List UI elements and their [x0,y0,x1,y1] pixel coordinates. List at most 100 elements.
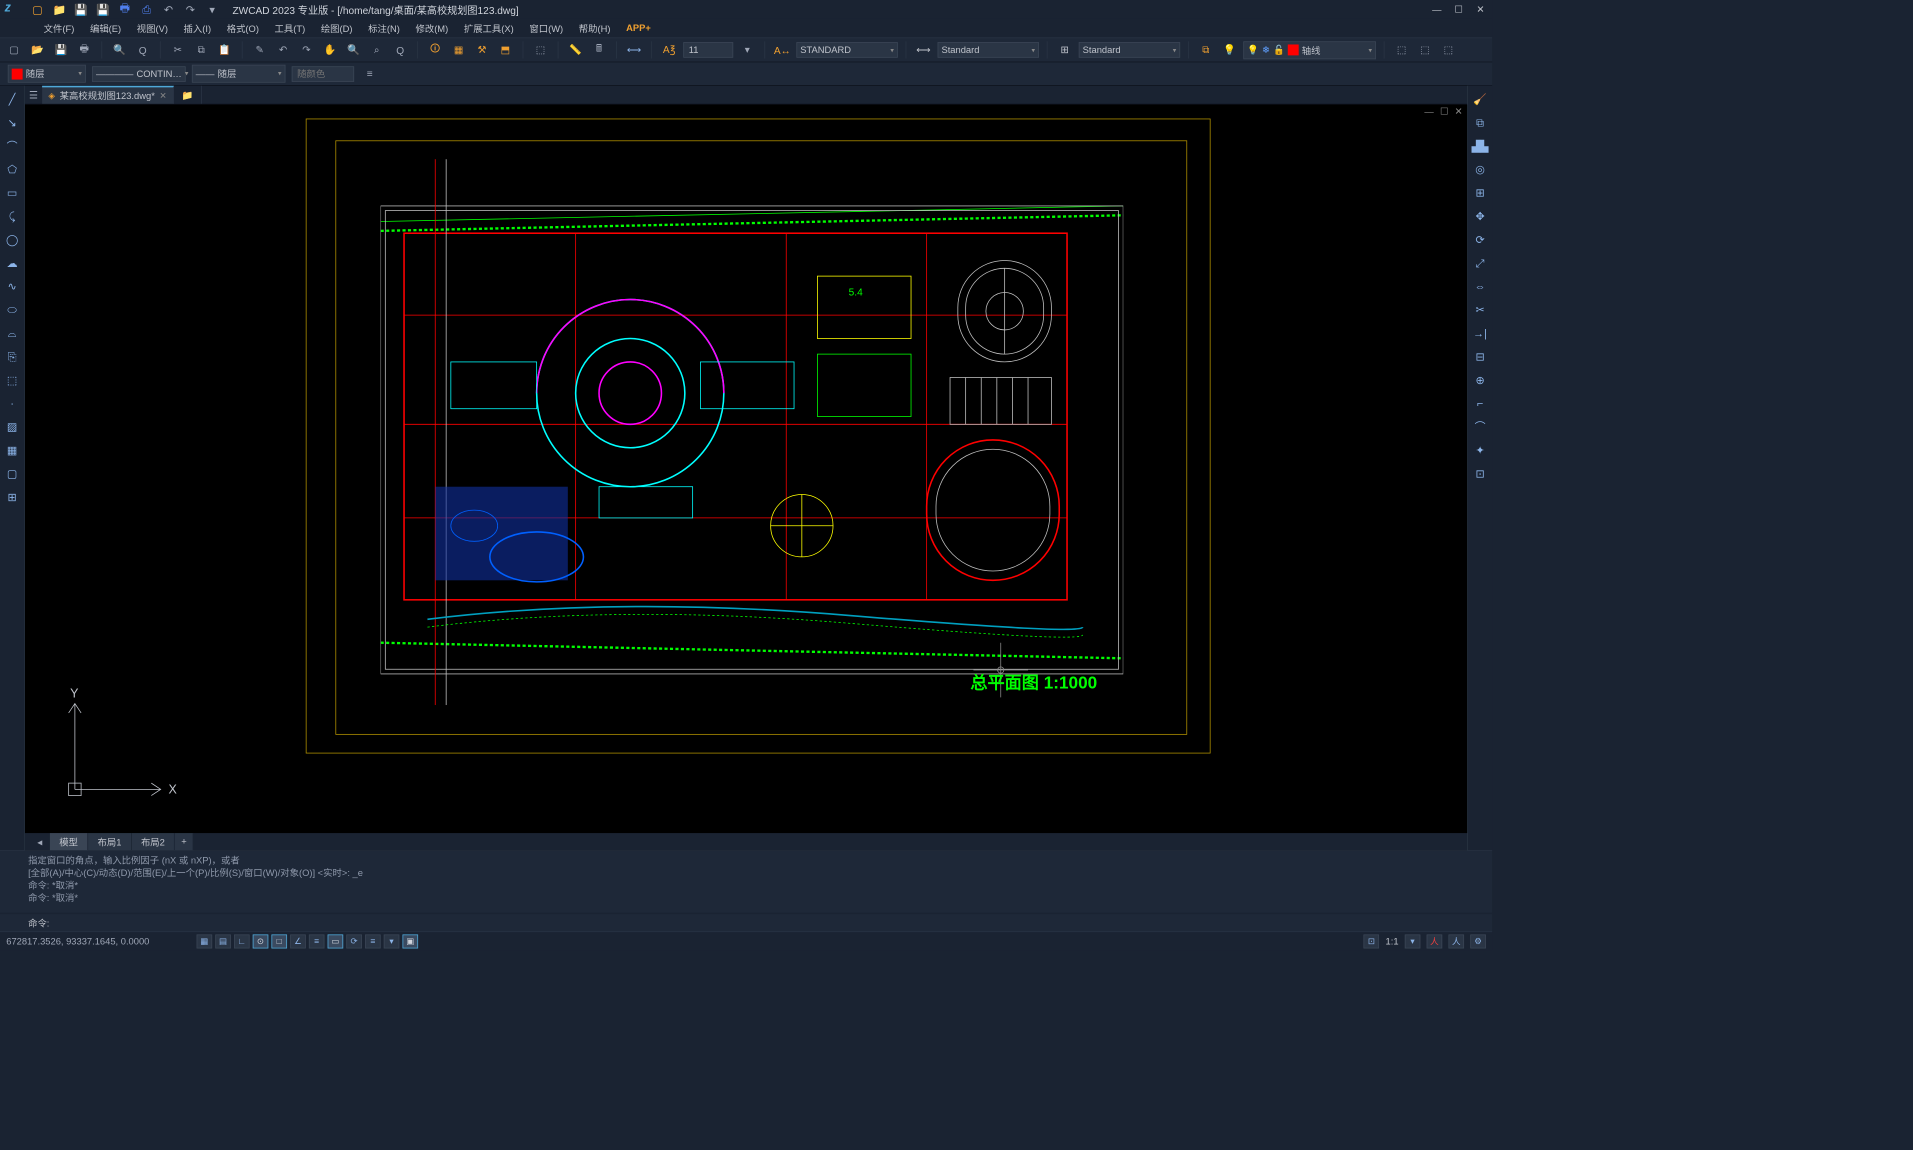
document-tab[interactable]: ◈ 某高校规划图123.dwg* ✕ [42,86,174,104]
props-button[interactable]: 🛈 [426,41,445,60]
menu-window[interactable]: 窗口(W) [523,20,569,36]
menu-help[interactable]: 帮助(H) [573,20,617,36]
dim-button[interactable]: ⟷ [625,41,644,60]
tab-list-button[interactable]: ☰ [25,86,42,105]
dyn-toggle[interactable]: ▭ [328,934,344,948]
mdi-minimize-icon[interactable]: — [1424,106,1433,117]
qprops-toggle[interactable]: ▣ [402,934,418,948]
save-icon[interactable]: 💾 [73,2,89,18]
layer-select[interactable]: 💡 ❄ 🔓 轴线 ▾ [1243,41,1376,59]
point-tool[interactable]: ∙ [4,395,21,412]
menu-view[interactable]: 视图(V) [131,20,175,36]
layer-state-button[interactable]: 💡 [1220,41,1239,60]
array-tool[interactable]: ⊞ [1471,184,1488,201]
xline-tool[interactable]: ↘ [4,114,21,131]
command-input[interactable]: 命令: [0,914,1492,931]
menu-app-plus[interactable]: APP+ [626,23,651,34]
explode-tool[interactable]: ✦ [1471,441,1488,458]
table-tool[interactable]: ⊞ [4,488,21,505]
insert-block-tool[interactable]: ⎘ [4,348,21,365]
ellipse-arc-tool[interactable]: ⌓ [4,324,21,341]
trim-tool[interactable]: ✂ [1471,301,1488,318]
minimize-icon[interactable]: — [1430,2,1444,16]
zoom-ratio[interactable]: 1:1 [1386,936,1399,947]
annotation-scale-input[interactable] [683,42,733,58]
grid-toggle[interactable]: ▦ [197,934,213,948]
coordinates[interactable]: 672817.3526, 93337.1645, 0.0000 [6,936,170,947]
pan-button[interactable]: ✋ [321,41,340,60]
new-button[interactable]: ▢ [5,41,24,60]
join-tool[interactable]: ⊕ [1471,371,1488,388]
calc-button[interactable]: 🖩 [590,41,609,60]
table-style-select[interactable]: Standard ▾ [1079,42,1180,58]
layer-on-button[interactable]: ⬚ [1439,41,1458,60]
open-button[interactable]: 📂 [28,41,47,60]
circle-tool[interactable]: ◯ [4,231,21,248]
tab-layout1[interactable]: 布局1 [88,833,131,850]
open-icon[interactable]: 📁 [51,2,67,18]
new-icon[interactable]: ▢ [30,2,46,18]
rectangle-tool[interactable]: ▭ [4,184,21,201]
list-button[interactable]: ≡ [360,64,379,83]
copy-button[interactable]: ⧉ [192,41,211,60]
copy-tool[interactable]: ⧉ [1471,114,1488,131]
add-layout-button[interactable]: + [175,833,194,850]
undo-icon[interactable]: ↶ [161,2,177,18]
dynmode-toggle[interactable]: ▾ [384,934,400,948]
saveas-icon[interactable]: 💾 [95,2,111,18]
tab-layout2[interactable]: 布局2 [132,833,175,850]
otrack-toggle[interactable]: ∠ [290,934,306,948]
scale-tool[interactable]: ⤢ [1471,254,1488,271]
menu-file[interactable]: 文件(F) [37,20,80,36]
ellipse-tool[interactable]: ⬭ [4,301,21,318]
extend-tool[interactable]: →| [1471,324,1488,341]
undo-button[interactable]: ↶ [274,41,293,60]
annotation-scale-icon[interactable]: A℥ [660,41,679,60]
menu-express[interactable]: 扩展工具(X) [458,20,520,36]
polar-toggle[interactable]: ⊙ [253,934,269,948]
new-tab-button[interactable]: 📁 [174,86,202,104]
layout-list-icon[interactable]: ◂ [30,833,50,852]
close-icon[interactable]: ✕ [1473,2,1487,16]
tab-model[interactable]: 模型 [50,833,88,850]
mdi-close-icon[interactable]: ✕ [1455,106,1463,117]
palette-button[interactable]: ⚒ [473,41,492,60]
hatch-tool[interactable]: ▨ [4,418,21,435]
annotation-dropdown-icon[interactable]: ▾ [738,41,757,60]
zoom-rt-button[interactable]: 🔍 [344,41,363,60]
zoom-win-button[interactable]: ⌕ [367,41,386,60]
annotation-autoscale-icon[interactable]: 人 [1448,934,1464,948]
redo-icon[interactable]: ↷ [183,2,199,18]
layer-iso-button[interactable]: ⬚ [1392,41,1411,60]
markup-button[interactable]: ⬒ [496,41,515,60]
plot-icon[interactable]: 🖶 [117,2,133,18]
menu-insert[interactable]: 插入(I) [177,20,217,36]
menu-modify[interactable]: 修改(M) [409,20,454,36]
match-button[interactable]: ✎ [250,41,269,60]
linetype-select[interactable]: ―――― CONTIN… ▾ [92,66,186,82]
text-style-select[interactable]: STANDARD ▾ [796,42,897,58]
break-tool[interactable]: ⊟ [1471,348,1488,365]
line-tool[interactable]: ╱ [4,90,21,107]
zoom-prev-button[interactable]: Q [391,41,410,60]
close-icon[interactable]: ✕ [160,90,167,100]
plot-style-input[interactable] [292,66,354,82]
zoom-dropdown-icon[interactable]: ▾ [1405,934,1421,948]
mirror-tool[interactable]: ▟▙ [1471,137,1488,154]
cut-button[interactable]: ✂ [168,41,187,60]
menu-dimension[interactable]: 标注(N) [362,20,406,36]
lineweight-select[interactable]: ―― 随层 ▾ [192,65,286,83]
menu-toggle[interactable]: ≡ [365,934,381,948]
dcenter-button[interactable]: ▦ [449,41,468,60]
block-button[interactable]: ⬚ [531,41,550,60]
preview-button[interactable]: 🔍 [110,41,129,60]
model-paper-toggle[interactable]: ⊡ [1364,934,1380,948]
osnap-toggle[interactable]: □ [271,934,287,948]
fillet-tool[interactable]: ⌒ [1471,418,1488,435]
save-button[interactable]: 💾 [51,41,70,60]
make-block-tool[interactable]: ⬚ [4,371,21,388]
offset-tool[interactable]: ◎ [1471,161,1488,178]
workspace-switch-icon[interactable]: ⚙ [1470,934,1486,948]
paste-button[interactable]: 📋 [215,41,234,60]
erase-tool[interactable]: 🧹 [1471,90,1488,107]
